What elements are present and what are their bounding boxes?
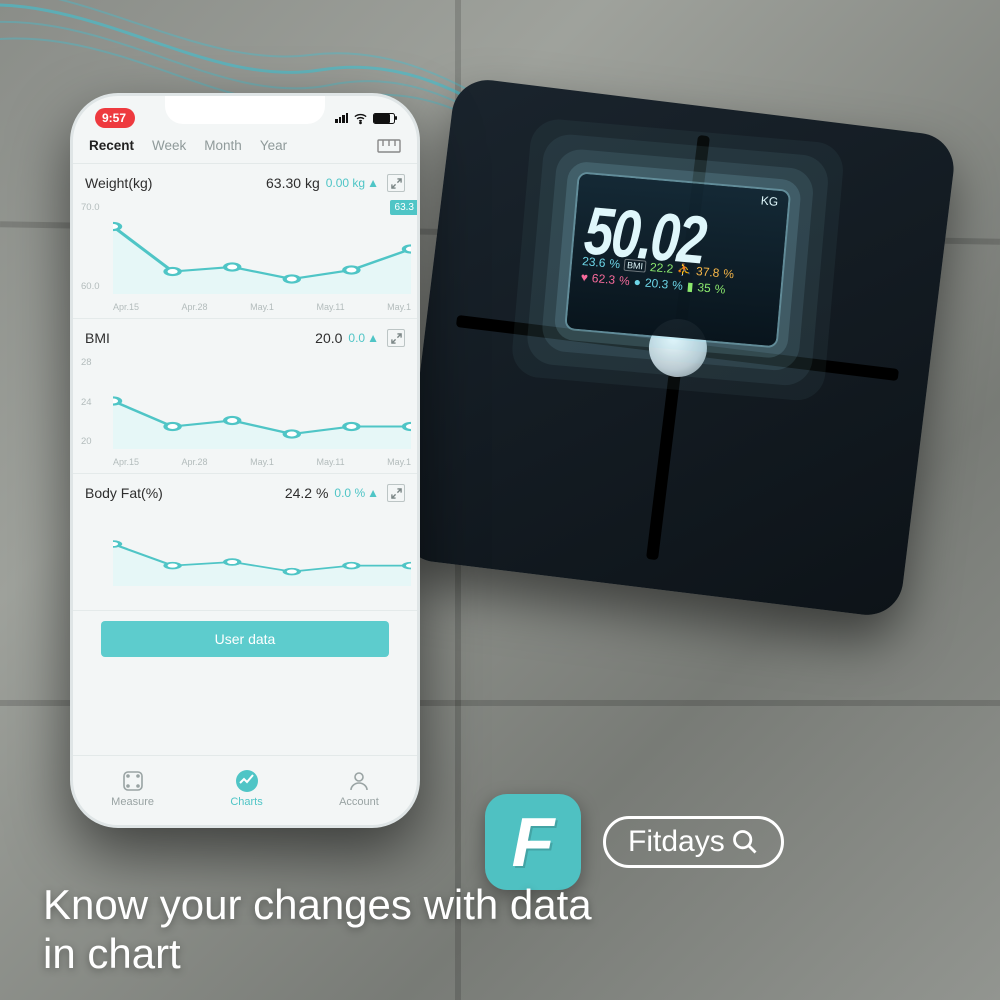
account-icon bbox=[347, 769, 371, 793]
bodyfat-chart[interactable] bbox=[113, 514, 411, 586]
tab-week[interactable]: Week bbox=[152, 138, 186, 153]
bottom-nav: Measure Charts Account bbox=[73, 755, 417, 815]
weight-delta: 0.00 kg ▲ bbox=[326, 176, 379, 190]
nav-account[interactable]: Account bbox=[339, 769, 379, 808]
smart-scale: KG 50.02 23.6% BMI 22.2 ⛹ 37.8% ♥62.3% ●… bbox=[397, 76, 957, 619]
bodyfat-value: 24.2 % bbox=[285, 485, 329, 501]
bmi-value: 20.0 bbox=[315, 330, 342, 346]
app-logo: F bbox=[485, 794, 581, 890]
search-icon bbox=[731, 828, 759, 856]
bodyfat-label: Body Fat(%) bbox=[85, 485, 163, 501]
time-range-tabs: Recent Week Month Year bbox=[73, 132, 417, 164]
bmi-section: BMI 20.0 0.0 ▲ 28 24 20 bbox=[73, 319, 417, 474]
app-name-pill: Fitdays bbox=[603, 816, 784, 868]
scale-lcd: KG 50.02 23.6% BMI 22.2 ⛹ 37.8% ♥62.3% ●… bbox=[567, 173, 790, 346]
tab-year[interactable]: Year bbox=[260, 138, 287, 153]
nav-measure[interactable]: Measure bbox=[111, 769, 154, 808]
charts-icon bbox=[235, 769, 259, 793]
measure-icon bbox=[121, 769, 145, 793]
weight-section: Weight(kg) 63.30 kg 0.00 kg ▲ 63.3 70.0 … bbox=[73, 164, 417, 319]
status-time: 9:57 bbox=[95, 108, 135, 128]
user-data-button[interactable]: User data bbox=[101, 621, 389, 657]
bmi-delta: 0.0 ▲ bbox=[348, 331, 379, 345]
scale-main-reading: 50.02 bbox=[582, 192, 778, 286]
expand-icon[interactable] bbox=[387, 484, 405, 502]
expand-icon[interactable] bbox=[387, 329, 405, 347]
bmi-label: BMI bbox=[85, 330, 110, 346]
expand-icon[interactable] bbox=[387, 174, 405, 192]
phone-frame: 9:57 Recent Week Month Year Weight(kg) 6… bbox=[70, 93, 420, 828]
tab-month[interactable]: Month bbox=[204, 138, 242, 153]
caption-text: Know your changes with data in chart bbox=[43, 881, 592, 978]
bodyfat-delta: 0.0 % ▲ bbox=[334, 486, 379, 500]
tab-recent[interactable]: Recent bbox=[89, 138, 134, 153]
weight-chart[interactable] bbox=[113, 204, 411, 294]
signal-icon bbox=[335, 113, 348, 123]
bodyfat-section: Body Fat(%) 24.2 % 0.0 % ▲ bbox=[73, 474, 417, 611]
wifi-icon bbox=[353, 111, 368, 126]
bmi-chart[interactable] bbox=[113, 359, 411, 449]
battery-icon bbox=[373, 113, 395, 124]
weight-last-badge: 63.3 bbox=[390, 200, 419, 215]
weight-label: Weight(kg) bbox=[85, 175, 152, 191]
ruler-icon[interactable] bbox=[377, 139, 401, 153]
nav-charts[interactable]: Charts bbox=[230, 769, 262, 808]
weight-value: 63.30 kg bbox=[266, 175, 320, 191]
